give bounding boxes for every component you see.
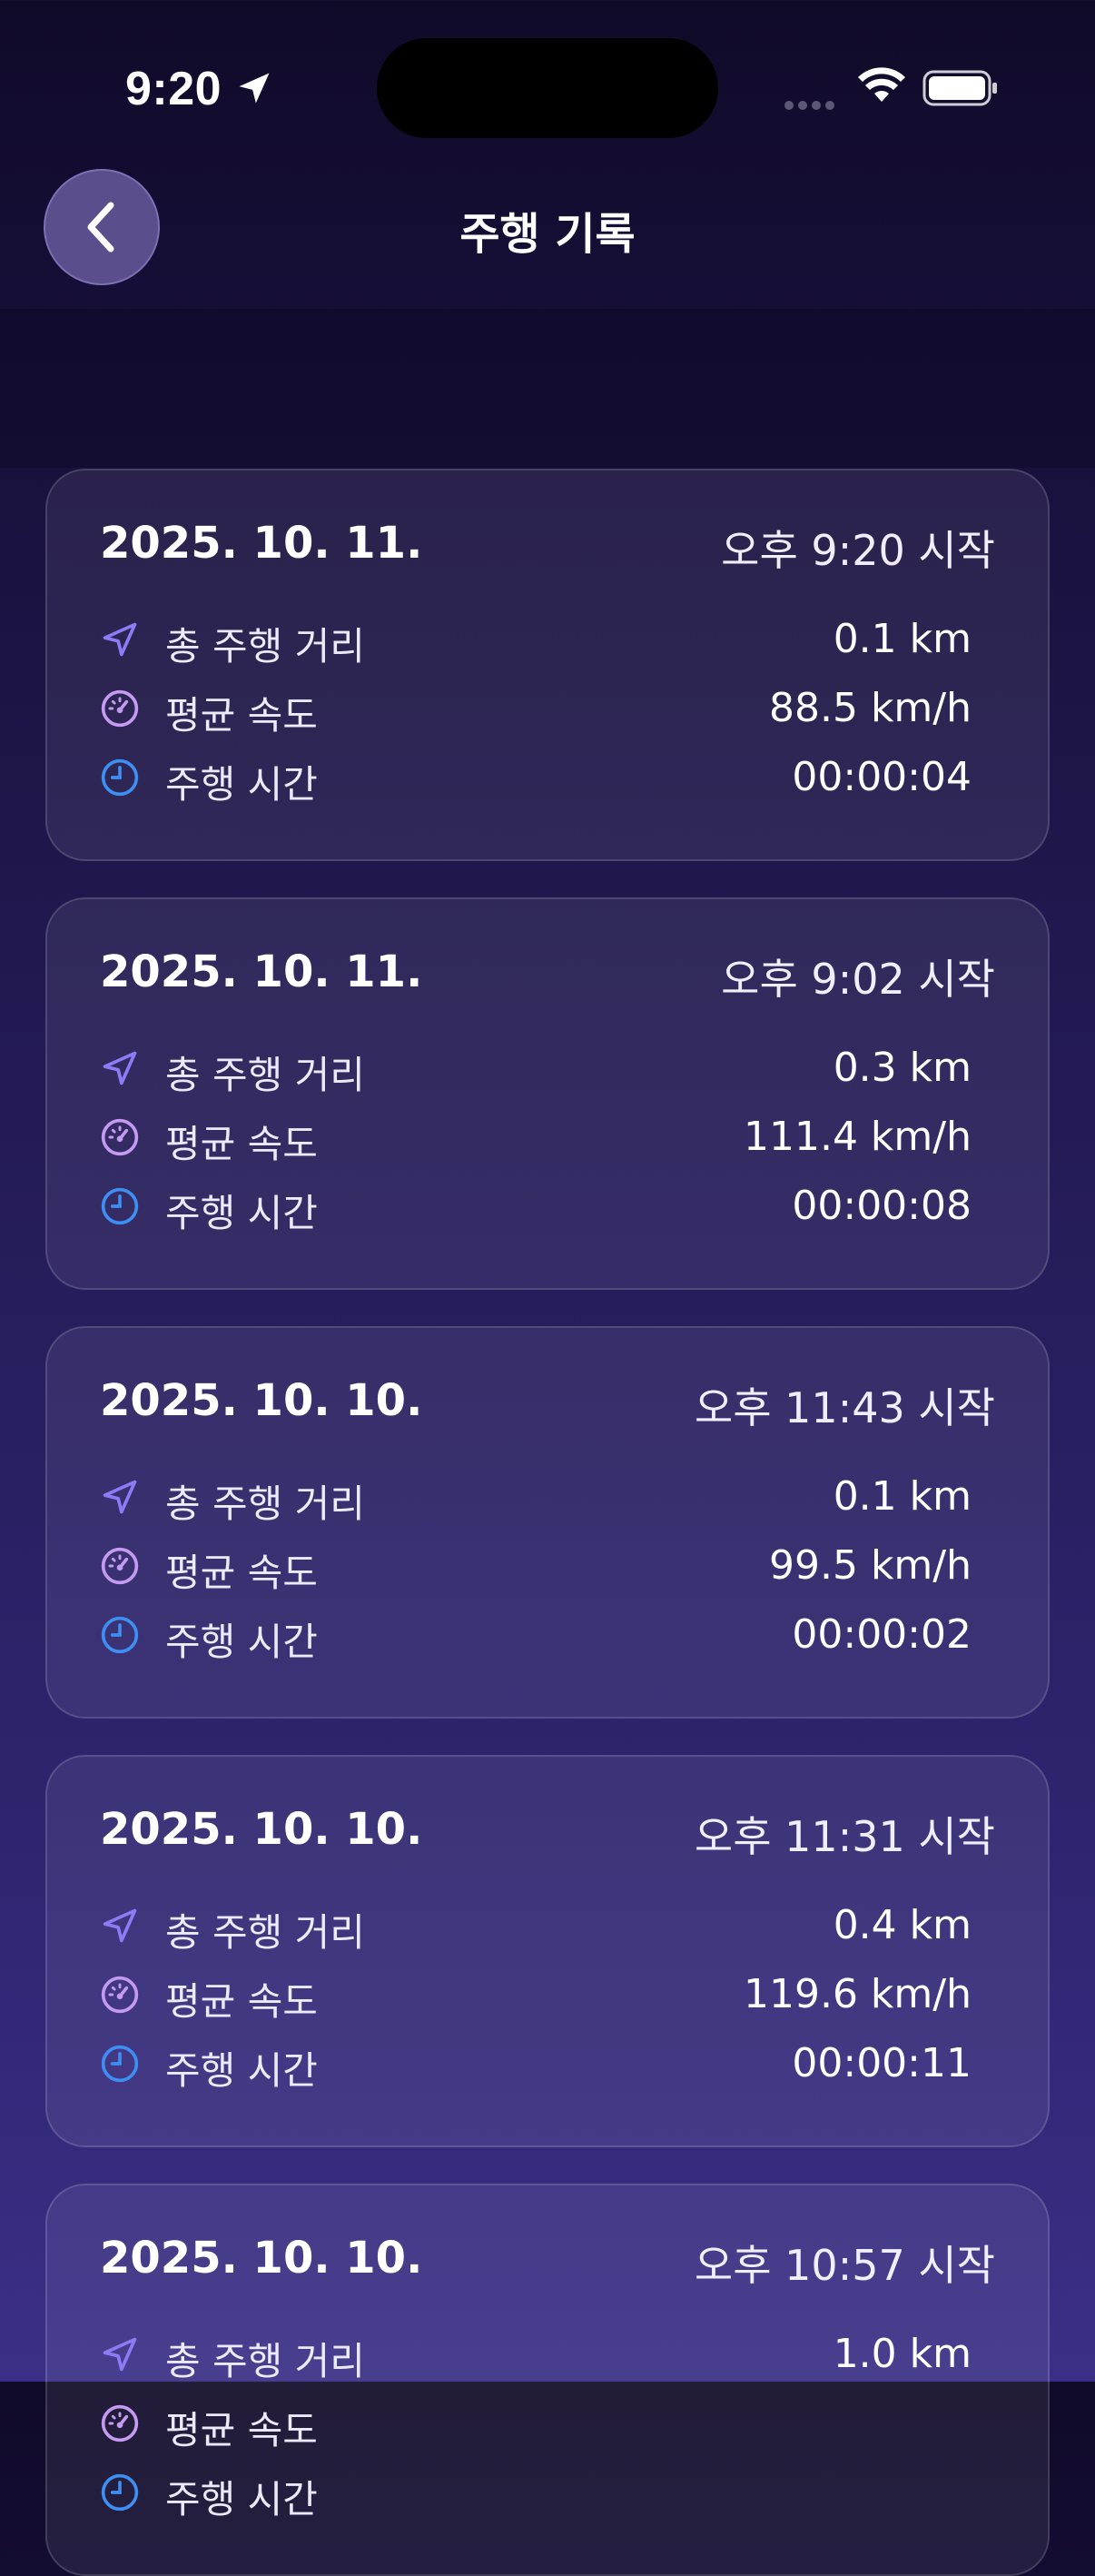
distance-value: 1.0 km <box>833 2331 972 2377</box>
duration-label: 주행 시간 <box>165 1191 318 1235</box>
speed-row: 평균 속도 119.6 km/h <box>100 1967 972 2024</box>
record-start-time: 오후 11:31 시작 <box>694 1812 995 1861</box>
clock-icon <box>101 2473 139 2512</box>
speedometer-icon <box>101 1118 139 1156</box>
speed-row: 평균 속도 88.5 km/h <box>100 681 972 738</box>
duration-label: 주행 시간 <box>165 2477 318 2522</box>
record-date: 2025. 10. 10. <box>100 1804 423 1855</box>
location-arrow-icon <box>239 73 270 104</box>
speedometer-icon <box>101 1976 139 2014</box>
duration-row: 주행 시간 00:00:11 <box>100 2036 972 2093</box>
speed-label: 평균 속도 <box>165 1979 318 2024</box>
duration-label: 주행 시간 <box>165 2048 318 2093</box>
speed-value: 119.6 km/h <box>743 1971 972 2017</box>
speedometer-icon <box>101 689 139 728</box>
page-title: 주행 기록 <box>459 209 636 260</box>
distance-row: 총 주행 거리 0.3 km <box>100 1041 972 1097</box>
record-start-time: 오후 9:20 시작 <box>721 526 995 575</box>
status-time: 9:20 <box>125 63 222 115</box>
distance-value: 0.1 km <box>833 616 972 662</box>
speed-value: 88.5 km/h <box>768 685 972 731</box>
distance-label: 총 주행 거리 <box>165 1910 365 1955</box>
distance-label: 총 주행 거리 <box>165 2339 365 2383</box>
drive-record-card[interactable]: 2025. 10. 11. 오후 9:02 시작 총 주행 거리 0.3 km … <box>45 897 1050 1290</box>
record-start-time: 오후 11:43 시작 <box>694 1383 995 1432</box>
speed-value: 99.5 km/h <box>768 1542 972 1589</box>
record-date: 2025. 10. 11. <box>100 946 423 997</box>
speed-label: 평균 속도 <box>165 1551 318 1595</box>
navigation-arrow-icon <box>103 2337 137 2372</box>
distance-label: 총 주행 거리 <box>165 624 365 669</box>
navigation-arrow-icon <box>103 622 137 657</box>
distance-value: 0.3 km <box>833 1045 972 1091</box>
clock-icon <box>101 758 139 797</box>
drive-record-card[interactable]: 2025. 10. 10. 오후 10:57 시작 총 주행 거리 1.0 km… <box>45 2184 1050 2576</box>
cellular-signal-icon <box>784 96 839 114</box>
navigation-arrow-icon <box>103 1051 137 1085</box>
speed-label: 평균 속도 <box>165 2408 318 2452</box>
navigation-arrow-icon <box>103 1908 137 1943</box>
distance-label: 총 주행 거리 <box>165 1481 365 1526</box>
duration-row: 주행 시간 00:00:04 <box>100 750 972 807</box>
clock-icon <box>101 1187 139 1225</box>
record-date: 2025. 10. 10. <box>100 2233 423 2284</box>
record-start-time: 오후 10:57 시작 <box>694 2241 995 2290</box>
speed-label: 평균 속도 <box>165 1122 318 1166</box>
speedometer-icon <box>101 2404 139 2442</box>
distance-row: 총 주행 거리 1.0 km <box>100 2327 972 2383</box>
speed-row: 평균 속도 111.4 km/h <box>100 1110 972 1166</box>
duration-value: 00:00:04 <box>792 754 972 800</box>
drive-record-card[interactable]: 2025. 10. 10. 오후 11:43 시작 총 주행 거리 0.1 km… <box>45 1326 1050 1719</box>
navigation-header: 주행 기록 <box>0 154 1095 309</box>
navigation-arrow-icon <box>103 1480 137 1514</box>
duration-value: 00:00:02 <box>792 1611 972 1658</box>
speed-row: 평균 속도 <box>100 2396 972 2452</box>
dynamic-island <box>377 38 718 138</box>
duration-row: 주행 시간 00:00:02 <box>100 1608 972 1664</box>
drive-record-card[interactable]: 2025. 10. 10. 오후 11:31 시작 총 주행 거리 0.4 km… <box>45 1755 1050 2147</box>
speed-value: 111.4 km/h <box>743 1114 972 1160</box>
status-bar: 9:20 <box>0 0 1095 173</box>
clock-icon <box>101 1616 139 1654</box>
distance-row: 총 주행 거리 0.1 km <box>100 612 972 669</box>
duration-row: 주행 시간 <box>100 2465 972 2522</box>
record-date: 2025. 10. 10. <box>100 1375 423 1426</box>
battery-icon <box>922 70 997 106</box>
distance-row: 총 주행 거리 0.1 km <box>100 1470 972 1526</box>
record-start-time: 오후 9:02 시작 <box>721 955 995 1004</box>
duration-label: 주행 시간 <box>165 1620 318 1664</box>
duration-row: 주행 시간 00:00:08 <box>100 1179 972 1235</box>
record-date: 2025. 10. 11. <box>100 518 423 569</box>
duration-label: 주행 시간 <box>165 762 318 807</box>
speed-label: 평균 속도 <box>165 693 318 738</box>
duration-value: 00:00:11 <box>792 2040 972 2086</box>
duration-value: 00:00:08 <box>792 1183 972 1229</box>
distance-value: 0.4 km <box>833 1902 972 1948</box>
distance-row: 총 주행 거리 0.4 km <box>100 1898 972 1955</box>
drive-record-card[interactable]: 2025. 10. 11. 오후 9:20 시작 총 주행 거리 0.1 km … <box>45 469 1050 861</box>
header-spacer <box>0 309 1095 468</box>
wifi-icon <box>858 67 905 102</box>
distance-value: 0.1 km <box>833 1473 972 1520</box>
speed-row: 평균 속도 99.5 km/h <box>100 1539 972 1595</box>
speedometer-icon <box>101 1547 139 1585</box>
clock-icon <box>101 2045 139 2083</box>
distance-label: 총 주행 거리 <box>165 1053 365 1097</box>
